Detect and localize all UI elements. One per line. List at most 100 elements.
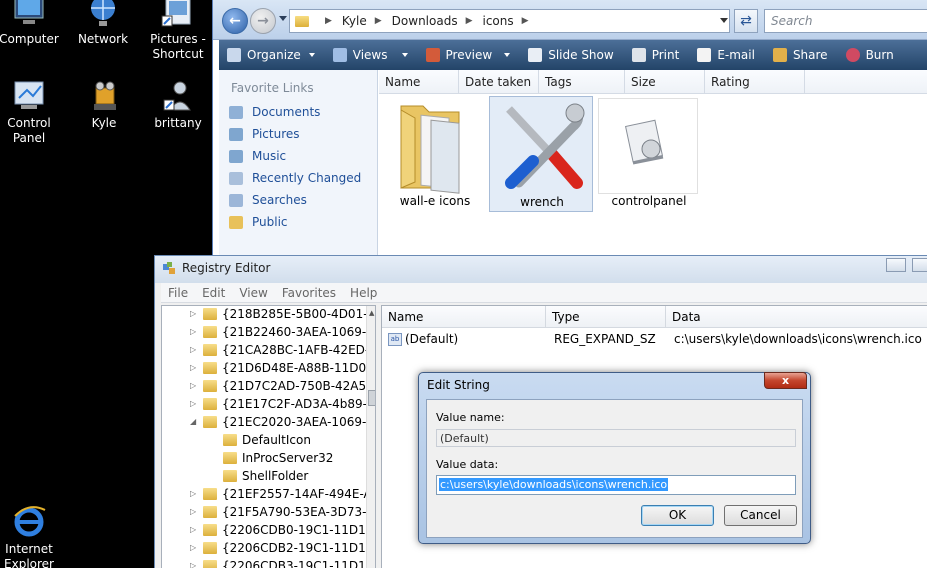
tree-node[interactable]: ▷ {2206CDB3-19C1-11D1-89 [190, 557, 376, 568]
file-item-wrench[interactable]: wrench [489, 96, 593, 212]
column-header-rating[interactable]: Rating [705, 70, 805, 94]
scroll-up-arrow-icon[interactable]: ▲ [369, 309, 374, 317]
tree-node-label: {2206CDB3-19C1-11D1-89 [222, 559, 376, 568]
favorite-link-music[interactable]: Music [229, 149, 286, 163]
tree-node[interactable]: ▷ {2206CDB2-19C1-11D1-89 [190, 539, 375, 557]
tree-node[interactable]: ▷ {21D7C2AD-750B-42A5-8( [190, 377, 375, 395]
collapse-arrow-icon[interactable]: ◢ [190, 413, 200, 431]
maximize-button[interactable] [912, 258, 927, 272]
email-button[interactable]: E-mail [697, 48, 755, 62]
desktop-icon-computer[interactable]: Computer [0, 0, 66, 47]
column-header-date-taken[interactable]: Date taken [459, 70, 539, 94]
registry-value-row[interactable]: ab (Default) REG_EXPAND_SZ c:\users\kyle… [382, 330, 927, 348]
toolbar-label: Organize [247, 48, 301, 62]
organize-button[interactable]: Organize [227, 48, 315, 62]
breadcrumb-separator-icon[interactable]: ▶ [466, 16, 473, 26]
menu-help[interactable]: Help [343, 286, 384, 300]
expand-arrow-icon[interactable]: ▷ [190, 377, 200, 395]
tree-node[interactable]: ▷ {21CA28BC-1AFB-42ED-9 [190, 341, 375, 359]
close-button[interactable]: x [764, 372, 807, 389]
favorite-link-pictures[interactable]: Pictures [229, 127, 300, 141]
favorite-link-recently-changed[interactable]: Recently Changed [229, 171, 361, 185]
menu-view[interactable]: View [232, 286, 274, 300]
ok-button[interactable]: OK [641, 505, 714, 526]
tree-node-label: {21B22460-3AEA-1069-A2 [222, 325, 376, 339]
forward-button[interactable]: → [250, 8, 276, 34]
value-data-input[interactable]: c:\users\kyle\downloads\icons\wrench.ico [436, 475, 796, 495]
tree-node-child[interactable]: InProcServer32 [210, 449, 333, 467]
address-bar[interactable]: ▶ Kyle ▶ Downloads ▶ icons ▶ [289, 9, 730, 33]
tree-node[interactable]: ▷ {21B22460-3AEA-1069-A2 [190, 323, 376, 341]
tree-node[interactable]: ▷ {21F5A790-53EA-3D73-867 [190, 503, 375, 521]
desktop-icon-brittany[interactable]: brittany [141, 78, 215, 131]
favorite-link-searches[interactable]: Searches [229, 193, 307, 207]
slide-show-button[interactable]: Slide Show [528, 48, 614, 62]
desktop-icon-kyle[interactable]: Kyle [67, 78, 141, 131]
expand-arrow-icon[interactable]: ▷ [190, 557, 200, 568]
email-icon [697, 48, 712, 62]
print-button[interactable]: Print [631, 48, 679, 62]
expand-arrow-icon[interactable]: ▷ [190, 521, 200, 539]
toolbar-label: Preview [445, 48, 493, 62]
expand-arrow-icon[interactable]: ▷ [190, 485, 200, 503]
expand-arrow-icon[interactable]: ▷ [190, 341, 200, 359]
tree-node[interactable]: ▷ {21D6D48E-A88B-11D0-83 [190, 359, 375, 377]
favorite-link-label: Documents [252, 105, 321, 119]
desktop-icon-label: Computer [0, 32, 59, 46]
refresh-button[interactable]: ⇄ [734, 9, 758, 33]
expand-arrow-icon[interactable]: ▷ [190, 306, 200, 323]
address-dropdown-icon[interactable] [720, 18, 728, 23]
column-header-tags[interactable]: Tags [539, 70, 625, 94]
tree-node-label: {2206CDB0-19C1-11D1-89 [222, 523, 376, 537]
file-item-controlpanel[interactable]: controlpanel [597, 96, 701, 212]
cancel-button[interactable]: Cancel [724, 505, 797, 526]
tree-node[interactable]: ▷ {2206CDB0-19C1-11D1-89 [190, 521, 376, 539]
breadcrumb-separator-icon[interactable]: ▶ [325, 16, 332, 26]
expand-arrow-icon[interactable]: ▷ [190, 359, 200, 377]
expand-arrow-icon[interactable]: ▷ [190, 395, 200, 413]
expand-arrow-icon[interactable]: ▷ [190, 539, 200, 557]
desktop-icon-control-panel[interactable]: Control Panel [0, 78, 66, 146]
share-button[interactable]: Share [772, 48, 828, 62]
desktop-icon-pictures-shortcut[interactable]: Pictures - Shortcut [141, 0, 215, 62]
desktop-icon-internet-explorer[interactable]: Internet Explorer [0, 504, 66, 568]
documents-icon [229, 105, 243, 119]
tree-scrollbar[interactable]: ▲ [366, 306, 375, 568]
recent-pages-dropdown-icon[interactable] [279, 16, 287, 21]
back-button[interactable]: ← [222, 8, 248, 34]
folder-icon [203, 326, 217, 338]
desktop-icon-network[interactable]: Network [66, 0, 140, 47]
views-button[interactable]: Views [332, 48, 408, 62]
favorite-link-public[interactable]: Public [229, 215, 288, 229]
scrollbar-thumb[interactable] [368, 390, 375, 406]
column-header-name[interactable]: Name [382, 306, 546, 328]
favorite-link-documents[interactable]: Documents [229, 105, 320, 119]
column-header-name[interactable]: Name [379, 70, 459, 94]
breadcrumb-item[interactable]: Downloads [392, 14, 458, 28]
tree-node[interactable]: ▷ {21E17C2F-AD3A-4b89-84 [190, 395, 375, 413]
minimize-button[interactable] [886, 258, 906, 272]
expand-arrow-icon[interactable]: ▷ [190, 503, 200, 521]
expand-arrow-icon[interactable]: ▷ [190, 323, 200, 341]
tree-node-expanded[interactable]: ◢ {21EC2020-3AEA-1069-A2 [190, 413, 375, 431]
column-header-type[interactable]: Type [546, 306, 666, 328]
preview-icon [425, 48, 440, 62]
column-header-size[interactable]: Size [625, 70, 705, 94]
file-item-wall-e-icons[interactable]: wall-e icons [383, 96, 487, 212]
column-header-data[interactable]: Data [666, 306, 927, 328]
breadcrumb-item[interactable]: icons [483, 14, 514, 28]
menu-edit[interactable]: Edit [195, 286, 232, 300]
tree-node-child[interactable]: ShellFolder [210, 467, 308, 485]
tree-node[interactable]: ▷ {218B285E-5B00-4D01-B1/ [190, 306, 375, 323]
registry-key-tree[interactable]: ▷ {218B285E-5B00-4D01-B1/ ▷ {21B22460-3AEA… [161, 305, 376, 568]
search-input[interactable]: Search [764, 9, 927, 33]
tree-node-child[interactable]: DefaultIcon [210, 431, 311, 449]
breadcrumb-item[interactable]: Kyle [342, 14, 367, 28]
breadcrumb-separator-icon[interactable]: ▶ [375, 16, 382, 26]
burn-button[interactable]: Burn [845, 48, 894, 62]
menu-favorites[interactable]: Favorites [275, 286, 343, 300]
menu-file[interactable]: File [161, 286, 195, 300]
tree-node[interactable]: ▷ {21EF2557-14AF-494E-A3E [190, 485, 375, 503]
preview-button[interactable]: Preview [425, 48, 511, 62]
breadcrumb-separator-icon[interactable]: ▶ [522, 16, 529, 26]
